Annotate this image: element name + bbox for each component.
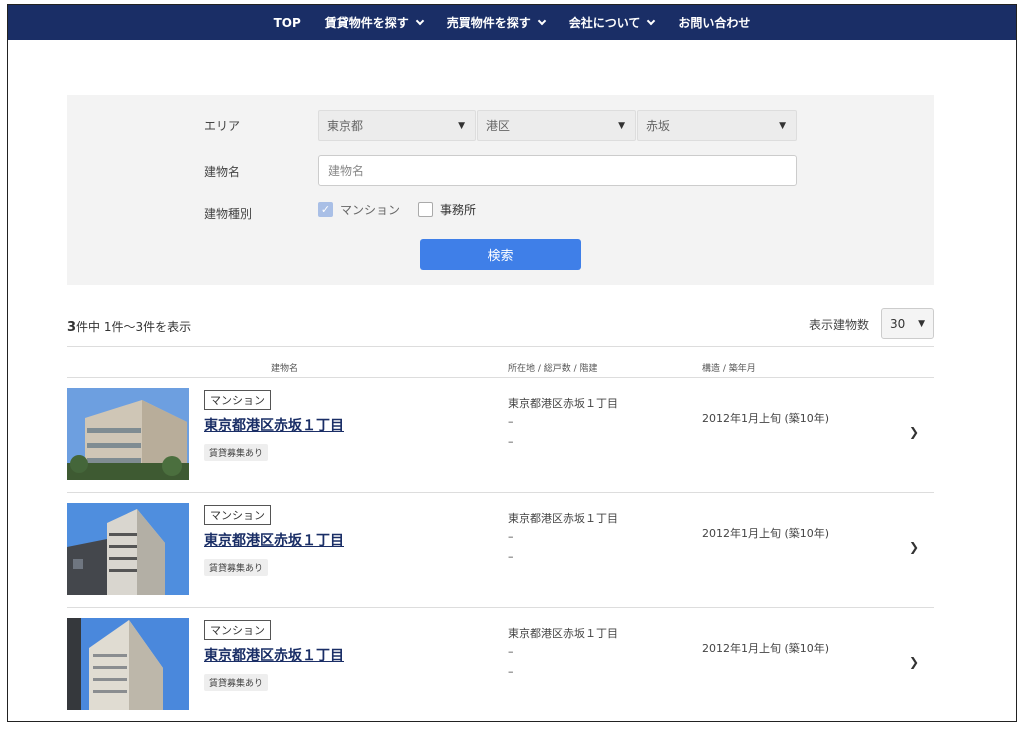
building-name-link[interactable]: 東京都港区赤坂１丁目 <box>204 415 344 435</box>
area-label: エリア <box>204 119 241 133</box>
building-type-label: 建物種別 <box>204 207 253 221</box>
result-count-number: 3 <box>67 320 77 335</box>
building-photo[interactable] <box>67 388 189 480</box>
caret-down-icon: ▼ <box>618 121 625 131</box>
per-page-value: 30 <box>890 316 906 331</box>
type-mansion-checkbox[interactable]: ✓ マンション <box>318 201 400 218</box>
chevron-right-icon[interactable]: ❯ <box>909 655 919 669</box>
nav-item-buy[interactable]: 売買物件を探す <box>446 14 547 31</box>
building-floors: – <box>508 435 514 448</box>
building-floors: – <box>508 665 514 678</box>
result-count-text: 件中 1件〜3件を表示 <box>76 320 192 334</box>
building-floors: – <box>508 550 514 563</box>
building-photo[interactable] <box>67 503 189 595</box>
chevron-down-icon <box>647 16 656 25</box>
rent-available-badge: 賃貸募集あり <box>204 444 269 461</box>
nav-item-top[interactable]: TOP <box>274 16 301 30</box>
building-built-date: 2012年1月上旬 (築10年) <box>702 412 830 425</box>
chevron-down-icon <box>415 16 425 25</box>
nav-item-label: 売買物件を探す <box>446 16 531 30</box>
building-type-tag: マンション <box>204 620 271 640</box>
building-name-link[interactable]: 東京都港区赤坂１丁目 <box>204 530 344 550</box>
prefecture-value: 東京都 <box>327 119 364 133</box>
chevron-down-icon <box>537 16 547 25</box>
town-value: 赤坂 <box>646 119 671 133</box>
list-item[interactable]: マンション 東京都港区赤坂１丁目 賃貸募集あり 東京都港区赤坂１丁目 – – 2… <box>67 608 934 721</box>
nav-item-company[interactable]: 会社について <box>568 14 656 31</box>
nav-item-label: 会社について <box>568 16 641 30</box>
nav-item-label: TOP <box>273 15 301 30</box>
page-frame: TOP 賃貸物件を探す 売買物件を探す 会社について お問い合わせ エリア 東京… <box>7 4 1017 722</box>
ward-value: 港区 <box>486 119 511 133</box>
building-built-date: 2012年1月上旬 (築10年) <box>702 527 830 540</box>
rent-available-badge: 賃貸募集あり <box>204 559 269 576</box>
nav-item-rent[interactable]: 賃貸物件を探す <box>324 14 425 31</box>
search-button[interactable]: 検索 <box>420 239 581 270</box>
chevron-right-icon[interactable]: ❯ <box>909 540 919 554</box>
building-photo[interactable] <box>67 618 189 710</box>
building-address: 東京都港区赤坂１丁目 <box>508 512 618 525</box>
nav-item-contact[interactable]: お問い合わせ <box>678 14 750 31</box>
type-mansion-label: マンション <box>340 203 401 217</box>
caret-down-icon: ▼ <box>918 319 925 329</box>
prefecture-select[interactable]: 東京都 ▼ <box>318 110 476 141</box>
rent-available-badge: 賃貸募集あり <box>204 674 269 691</box>
building-built-date: 2012年1月上旬 (築10年) <box>702 642 830 655</box>
building-units: – <box>508 530 514 543</box>
top-nav: TOP 賃貸物件を探す 売買物件を探す 会社について お問い合わせ <box>8 5 1016 40</box>
search-panel: エリア 東京都 ▼ 港区 ▼ 赤坂 ▼ 建物名 建物種別 ✓ マンション 事務所… <box>67 95 934 285</box>
check-icon: ✓ <box>318 202 333 217</box>
building-units: – <box>508 415 514 428</box>
building-name-label: 建物名 <box>204 165 241 179</box>
result-count: 3件中 1件〜3件を表示 <box>67 318 191 335</box>
divider <box>67 346 934 347</box>
col-head-address: 所在地 / 総戸数 / 階建 <box>508 364 598 374</box>
building-name-input[interactable] <box>318 155 797 186</box>
col-head-structure: 構造 / 築年月 <box>702 364 756 374</box>
building-type-tag: マンション <box>204 505 271 525</box>
chevron-right-icon[interactable]: ❯ <box>909 425 919 439</box>
building-name-link[interactable]: 東京都港区赤坂１丁目 <box>204 645 344 665</box>
col-head-name: 建物名 <box>271 364 299 374</box>
building-address: 東京都港区赤坂１丁目 <box>508 397 618 410</box>
town-select[interactable]: 赤坂 ▼ <box>637 110 797 141</box>
caret-down-icon: ▼ <box>458 121 465 131</box>
per-page-label: 表示建物数 <box>809 318 870 332</box>
per-page-select[interactable]: 30 ▼ <box>881 308 934 339</box>
building-type-tag: マンション <box>204 390 271 410</box>
caret-down-icon: ▼ <box>779 121 786 131</box>
building-units: – <box>508 645 514 658</box>
nav-item-label: お問い合わせ <box>678 16 751 30</box>
type-office-checkbox[interactable]: 事務所 <box>418 201 476 218</box>
list-item[interactable]: マンション 東京都港区赤坂１丁目 賃貸募集あり 東京都港区赤坂１丁目 – – 2… <box>67 378 934 493</box>
type-office-label: 事務所 <box>440 203 477 217</box>
ward-select[interactable]: 港区 ▼ <box>477 110 636 141</box>
checkbox-empty-icon <box>418 202 433 217</box>
nav-item-label: 賃貸物件を探す <box>324 16 409 30</box>
list-item[interactable]: マンション 東京都港区赤坂１丁目 賃貸募集あり 東京都港区赤坂１丁目 – – 2… <box>67 493 934 608</box>
building-address: 東京都港区赤坂１丁目 <box>508 627 618 640</box>
